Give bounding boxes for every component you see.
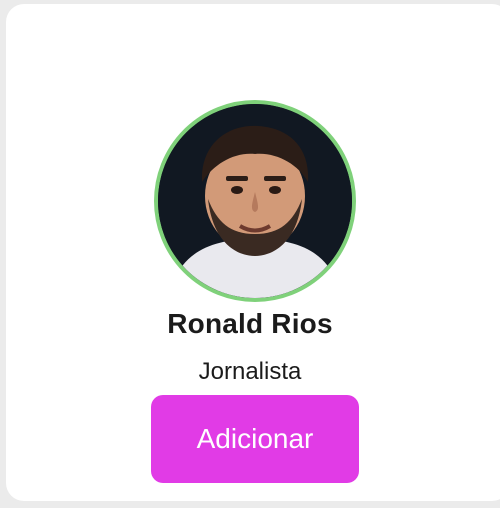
avatar	[154, 100, 356, 302]
profile-role: Jornalista	[198, 358, 302, 385]
avatar-photo	[158, 104, 352, 298]
profile-name: Ronald Rios	[167, 308, 333, 339]
add-button[interactable]: Adicionar	[151, 395, 359, 483]
